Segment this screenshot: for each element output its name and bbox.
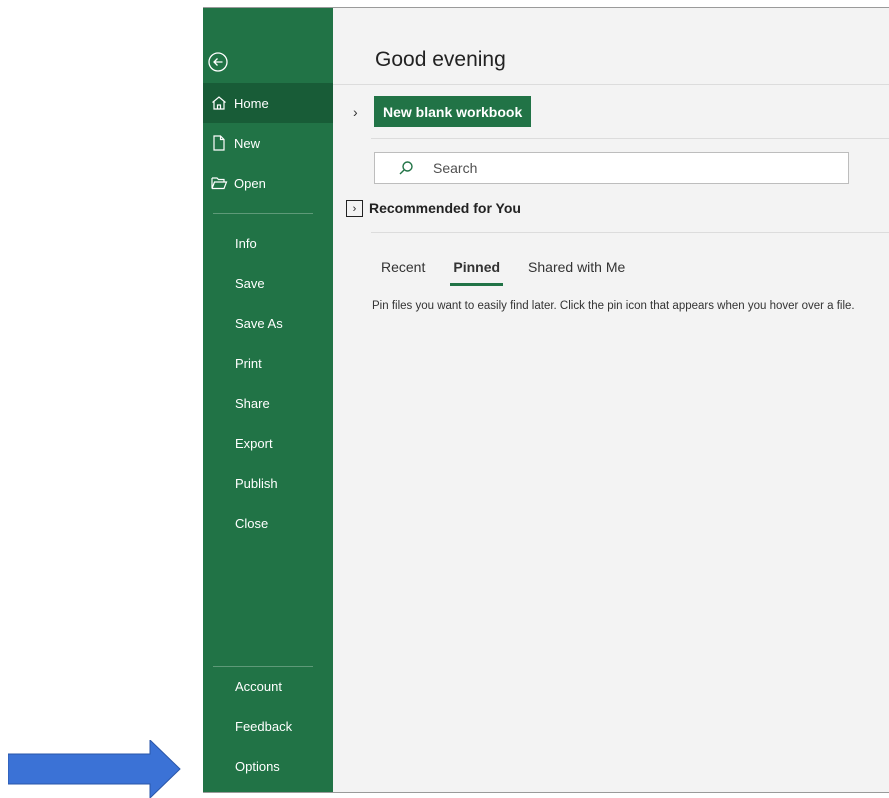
folder-open-icon [211,177,228,190]
page-title: Good evening [375,48,506,71]
chevron-right-icon[interactable]: › [353,104,358,120]
sidebar-item-home[interactable]: Home [203,83,333,123]
sidebar-item-label: Save [235,275,265,291]
sidebar-middle-nav: Info Save Save As Print Share Export Pub… [203,223,333,543]
sidebar-item-close[interactable]: Close [203,503,333,543]
section-divider [371,138,889,139]
new-document-icon [213,135,225,151]
sidebar-item-label: Share [235,395,270,411]
tab-recent[interactable]: Recent [381,259,425,275]
tab-shared-with-me[interactable]: Shared with Me [528,259,625,275]
backstage-sidebar: Home New Open Info Save Save As Print Sh… [203,8,333,792]
search-box[interactable] [374,152,849,184]
backstage-window: Home New Open Info Save Save As Print Sh… [203,7,889,793]
sidebar-item-label: Close [235,515,269,531]
sidebar-item-label: Home [234,95,269,111]
sidebar-item-label: Open [234,175,266,191]
sidebar-item-open[interactable]: Open [203,163,333,203]
pointer-arrow-icon [8,740,181,798]
sidebar-item-new[interactable]: New [203,123,333,163]
sidebar-item-label: Print [235,355,262,371]
sidebar-item-info[interactable]: Info [203,223,333,263]
sidebar-divider [213,213,313,214]
sidebar-item-label: Save As [235,315,283,331]
sidebar-item-export[interactable]: Export [203,423,333,463]
new-blank-workbook-button[interactable]: New blank workbook [374,96,532,127]
header-divider [333,84,889,85]
section-divider [371,232,889,233]
sidebar-item-print[interactable]: Print [203,343,333,383]
sidebar-item-label: New [234,135,261,151]
search-icon [399,161,413,175]
sidebar-item-label: Export [235,435,273,451]
sidebar-item-options[interactable]: Options [203,746,333,786]
pinned-empty-message: Pin files you want to easily find later.… [372,300,855,312]
sidebar-item-label: Feedback [235,718,293,734]
sidebar-item-label: Account [235,678,282,694]
sidebar-item-label: Publish [235,475,278,491]
sidebar-item-save[interactable]: Save [203,263,333,303]
sidebar-bottom-nav: Account Feedback Options [203,666,333,786]
back-arrow-circle-icon[interactable] [207,51,229,73]
sidebar-item-save-as[interactable]: Save As [203,303,333,343]
recommended-title: Recommended for You [369,200,521,216]
search-input[interactable] [431,159,815,177]
home-icon [212,96,226,110]
recommended-expand-toggle[interactable]: › [346,200,363,217]
sidebar-item-label: Options [235,758,280,774]
sidebar-top-nav: Home New Open [203,83,333,203]
sidebar-item-share[interactable]: Share [203,383,333,423]
file-tabs: Recent Pinned Shared with Me [381,259,653,286]
sidebar-item-account[interactable]: Account [203,666,333,706]
backstage-content: Good evening › New blank workbook › Reco… [333,8,889,792]
sidebar-item-label: Info [235,235,257,251]
sidebar-item-feedback[interactable]: Feedback [203,706,333,746]
sidebar-item-publish[interactable]: Publish [203,463,333,503]
tab-pinned[interactable]: Pinned [450,259,503,286]
